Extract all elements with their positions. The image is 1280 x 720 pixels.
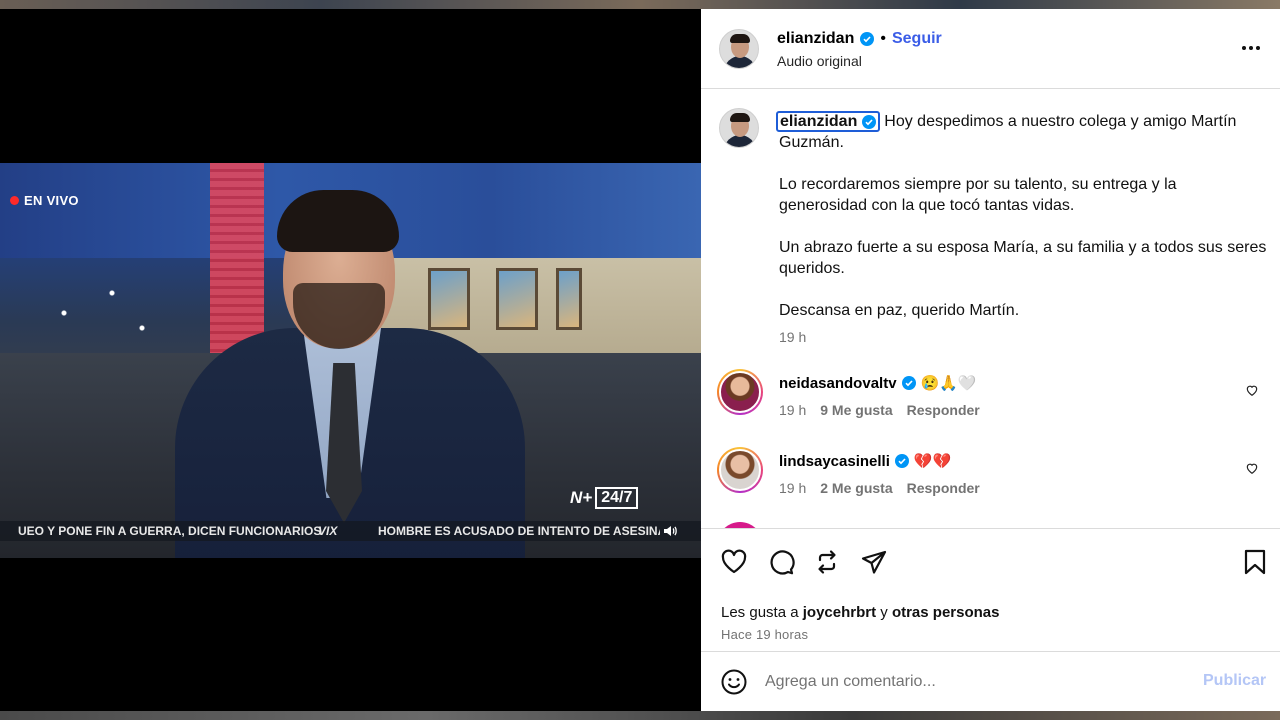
wall-frame [556,268,582,330]
verified-icon [861,114,876,129]
caption-avatar[interactable] [719,108,759,148]
emoji-icon[interactable] [721,669,747,695]
comment-likes[interactable]: 9 Me gusta [820,402,892,418]
studio-lights [40,283,160,383]
ticker-brand: VIX [318,524,338,538]
comment-item: neidasandovaltv 😢🙏🤍 19 h 9 Me gusta Resp… [717,369,1277,429]
author-line: elianzidan • Seguir [777,30,942,48]
wall-frame [428,268,470,330]
live-dot [10,196,19,205]
heart-icon[interactable] [720,548,748,576]
post-caption: elianzidan Hoy despedimos a nuestro cole… [776,111,1269,342]
reply-button[interactable]: Responder [907,480,980,496]
comments-list[interactable]: neidasandovaltv 😢🙏🤍 19 h 9 Me gusta Resp… [701,364,1280,528]
verified-icon [860,32,875,46]
liker-username[interactable]: joycehrbrt [803,604,876,621]
others-link[interactable]: otras personas [892,604,1000,621]
commenter-username[interactable]: neidasandovaltv [779,375,897,392]
comment-meta: 19 h 9 Me gusta Responder [779,402,980,418]
caption-text-4: Descansa en paz, querido Martín. [779,302,1020,319]
audio-label[interactable]: Audio original [777,53,862,69]
post-timestamp: Hace 19 horas [721,627,809,642]
comment-likes[interactable]: 2 Me gusta [820,480,892,496]
bookmark-icon[interactable] [1241,548,1269,576]
backdrop-strip-top [0,0,1280,9]
ticker-headline-1: UEO Y PONE FIN A GUERRA, DICEN FUNCIONAR… [18,524,322,538]
comment-header: neidasandovaltv 😢🙏🤍 [779,374,977,393]
comment-like-heart-icon[interactable] [1245,461,1259,475]
channel-logo-right: 24/7 [595,487,639,509]
commenter-avatar[interactable] [717,447,763,493]
studio-red-column [210,163,264,363]
likes-conj: y [880,604,888,621]
post-panel: elianzidan • Seguir Audio original elian… [701,9,1280,711]
verified-icon [894,454,909,468]
separator-dot: • [880,30,886,47]
news-ticker: UEO Y PONE FIN A GUERRA, DICEN FUNCIONAR… [0,521,701,541]
author-username[interactable]: elianzidan [777,30,854,48]
caption-text-2: Lo recordaremos siempre por su talento, … [779,176,1177,214]
comment-meta: 19 h 2 Me gusta Responder [779,480,980,496]
verified-icon [901,376,916,390]
author-avatar[interactable] [719,29,759,69]
caption-timestamp: 19 h [779,329,807,345]
post-header: elianzidan • Seguir Audio original [701,9,1280,89]
wall-frame [496,268,538,330]
anchor-hair [277,190,399,252]
live-badge: EN VIVO [10,193,79,208]
repost-icon[interactable] [813,548,841,576]
comment-time: 19 h [779,402,807,418]
channel-logo-left: N+ [570,488,593,507]
volume-icon[interactable] [662,523,678,539]
publish-button[interactable]: Publicar [1203,672,1266,690]
comment-like-heart-icon[interactable] [1245,383,1259,397]
comment-time: 19 h [779,480,807,496]
video-player[interactable]: EN VIVO N+ 24/7 UEO Y PONE FIN A GUERRA,… [0,163,701,558]
commenter-avatar[interactable] [717,369,763,415]
backdrop-strip-bottom [0,711,1280,720]
add-comment-bar: Publicar [701,651,1280,711]
ticker-headline-2: HOMBRE ES ACUSADO DE INTENTO DE ASESINAT… [378,524,660,538]
comment-header: lindsaycasinelli 💔💔 [779,452,952,471]
caption-text-3: Un abrazo fuerte a su esposa María, a su… [779,239,1267,277]
post-actions: Les gusta a joycehrbrt y otras personas … [701,528,1280,653]
comment-icon[interactable] [767,548,795,576]
channel-logo: N+ 24/7 [570,487,639,509]
comment-input[interactable] [765,670,1185,694]
likes-summary: Les gusta a joycehrbrt y otras personas [721,604,999,621]
comment-text: 😢🙏🤍 [920,375,977,392]
follow-button[interactable]: Seguir [892,30,942,48]
reply-button[interactable]: Responder [907,402,980,418]
caption-username[interactable]: elianzidan [776,111,880,132]
media-pane[interactable]: EN VIVO N+ 24/7 UEO Y PONE FIN A GUERRA,… [0,9,701,711]
more-options-icon[interactable] [1241,43,1261,53]
live-label: EN VIVO [24,193,79,208]
comment-item: lindsaycasinelli 💔💔 19 h 2 Me gusta Resp… [717,447,1277,507]
likes-prefix: Les gusta a [721,604,799,621]
commenter-username[interactable]: lindsaycasinelli [779,453,890,470]
comment-text: 💔💔 [913,453,952,470]
share-icon[interactable] [860,548,888,576]
